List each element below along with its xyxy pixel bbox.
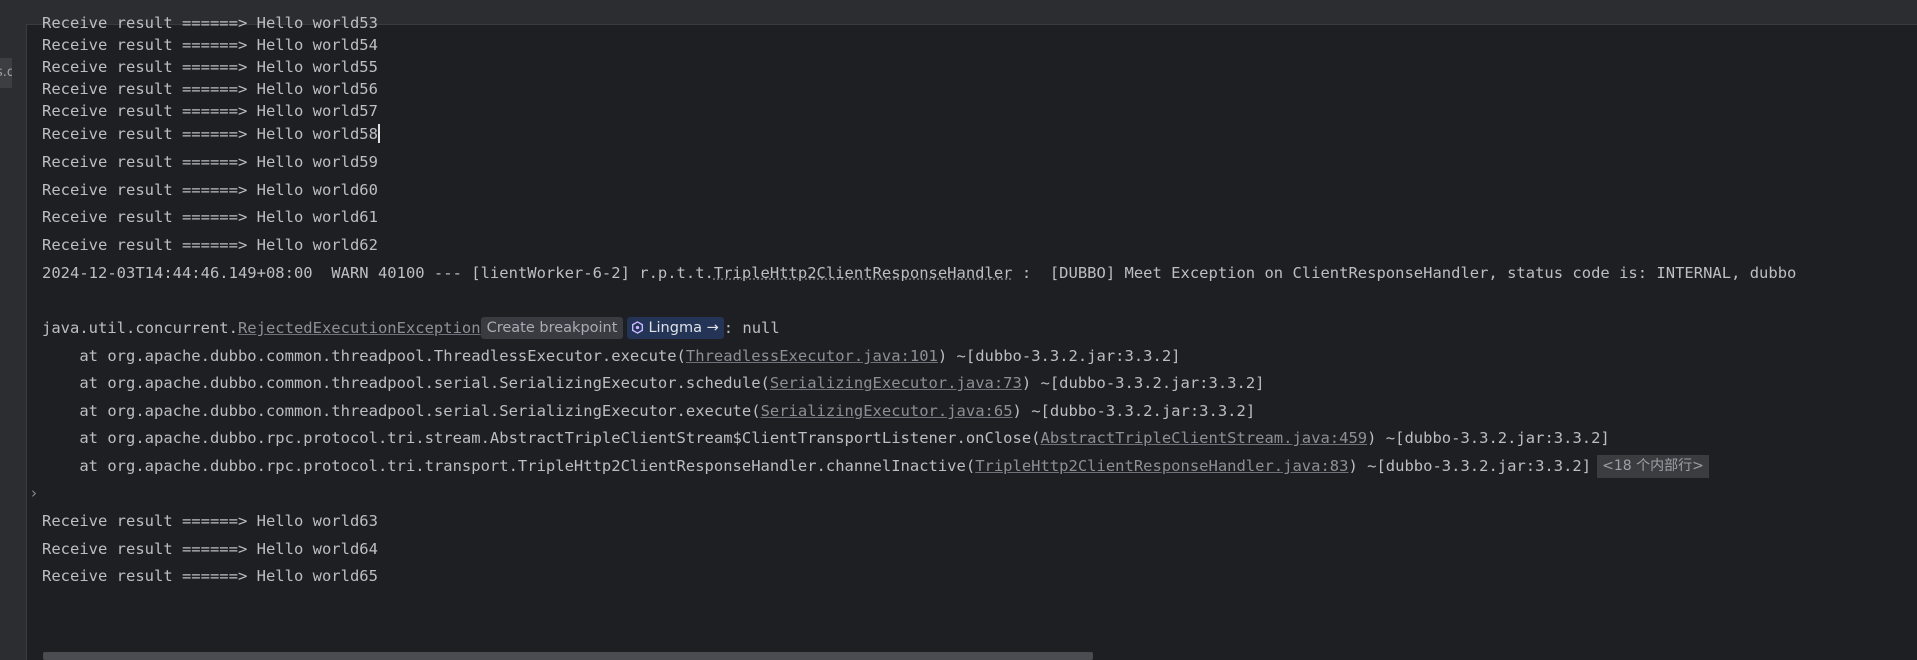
stack-frame-method: at org.apache.dubbo.rpc.protocol.tri.tra… bbox=[42, 457, 976, 475]
stack-frame-method: at org.apache.dubbo.rpc.protocol.tri.str… bbox=[42, 429, 1041, 447]
stack-frame-method: at org.apache.dubbo.common.threadpool.Th… bbox=[42, 347, 686, 365]
console-line: Receive result ======> Hello world60 bbox=[42, 181, 378, 199]
horizontal-scrollbar[interactable] bbox=[43, 652, 1093, 660]
warn-logger-class-link[interactable]: TripleHttp2ClientResponseHandler bbox=[714, 264, 1013, 282]
exception-class-link[interactable]: RejectedExecutionException bbox=[238, 319, 481, 337]
stack-frame-jar: ) ~[dubbo-3.3.2.jar:3.3.2] bbox=[1021, 374, 1265, 392]
expand-stack-chevron-icon[interactable]: › bbox=[31, 484, 37, 502]
lingma-button[interactable]: Lingma → bbox=[627, 317, 724, 339]
lingma-icon bbox=[632, 321, 644, 334]
stack-frame-line: at org.apache.dubbo.common.threadpool.se… bbox=[42, 370, 1265, 398]
console-line: Receive result ======> Hello world64 bbox=[42, 540, 378, 558]
stack-frame-line: at org.apache.dubbo.common.threadpool.Th… bbox=[42, 343, 1181, 371]
console-line: Receive result ======> Hello world63 bbox=[42, 512, 378, 530]
stack-frame-line: at org.apache.dubbo.common.threadpool.se… bbox=[42, 398, 1255, 426]
warn-log-line: 2024-12-03T14:44:46.149+08:00 WARN 40100… bbox=[42, 260, 1796, 288]
warn-message: : [DUBBO] Meet Exception on ClientRespon… bbox=[1012, 264, 1797, 282]
exception-package: java.util.concurrent. bbox=[42, 319, 238, 337]
stack-frame-source-link[interactable]: TripleHttp2ClientResponseHandler.java:83 bbox=[975, 457, 1348, 475]
console-line: Receive result ======> Hello world62 bbox=[42, 236, 378, 254]
create-breakpoint-hint[interactable]: Create breakpoint bbox=[480, 317, 624, 339]
exception-suffix: : null bbox=[723, 319, 780, 337]
stack-frame-source-link[interactable]: SerializingExecutor.java:65 bbox=[761, 402, 1013, 420]
console-line: Receive result ======> Hello world65 bbox=[42, 567, 378, 585]
run-console-window: s.qu › Receive result ======> Hello worl… bbox=[0, 0, 1917, 660]
side-editor-tab-label: s.qu bbox=[0, 65, 12, 80]
side-editor-tab[interactable]: s.qu bbox=[0, 58, 12, 88]
arrow-right-icon: → bbox=[706, 320, 719, 336]
stack-frame-jar: ) ~[dubbo-3.3.2.jar:3.3.2] bbox=[937, 347, 1181, 365]
folded-frames-badge[interactable]: <18 个内部行> bbox=[1597, 455, 1709, 478]
exception-line: java.util.concurrent.RejectedExecutionEx… bbox=[42, 315, 780, 343]
stack-frame-source-link[interactable]: AbstractTripleClientStream.java:459 bbox=[1041, 429, 1368, 447]
lingma-label: Lingma bbox=[648, 320, 702, 336]
stack-frame-line: at org.apache.dubbo.rpc.protocol.tri.str… bbox=[42, 425, 1610, 453]
left-gutter: s.qu bbox=[0, 24, 27, 660]
stack-frame-jar: ) ~[dubbo-3.3.2.jar:3.3.2] bbox=[1367, 429, 1610, 447]
console-line: Receive result ======> Hello world61 bbox=[42, 208, 378, 226]
console-line-caret: Receive result ======> Hello world58 bbox=[42, 121, 380, 149]
stack-frame-source-link[interactable]: ThreadlessExecutor.java:101 bbox=[686, 347, 938, 365]
stack-frame-jar: ) ~[dubbo-3.3.2.jar:3.3.2] bbox=[1348, 457, 1592, 475]
console-line-text: Receive result ======> Hello world58 bbox=[42, 125, 378, 143]
stack-frame-jar: ) ~[dubbo-3.3.2.jar:3.3.2] bbox=[1012, 402, 1256, 420]
stack-frame-method: at org.apache.dubbo.common.threadpool.se… bbox=[42, 374, 770, 392]
console-output[interactable]: Receive result ======> Hello world53 Rec… bbox=[42, 13, 1917, 653]
console-line: Receive result ======> Hello world59 bbox=[42, 153, 378, 171]
stack-frame-method: at org.apache.dubbo.common.threadpool.se… bbox=[42, 402, 761, 420]
stack-frame-line: at org.apache.dubbo.rpc.protocol.tri.tra… bbox=[42, 453, 1709, 481]
warn-prefix: 2024-12-03T14:44:46.149+08:00 WARN 40100… bbox=[42, 264, 714, 282]
text-caret bbox=[377, 124, 380, 143]
stack-frame-source-link[interactable]: SerializingExecutor.java:73 bbox=[770, 374, 1022, 392]
